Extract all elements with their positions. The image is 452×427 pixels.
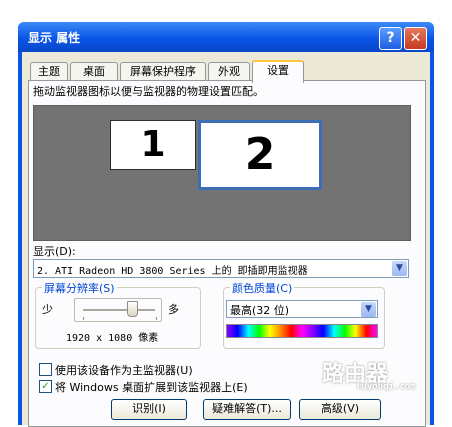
display-label: 显示(D): xyxy=(33,245,76,258)
screen-resolution-group: 屏幕分辨率(S) 少 多 1920 x 1080 像素 xyxy=(35,280,201,349)
advanced-button[interactable]: 高级(V) xyxy=(299,399,381,420)
slider-ticks xyxy=(83,317,157,320)
color-quality-select[interactable]: 最高(32 位) ▼ xyxy=(226,300,378,318)
resolution-more-label: 多 xyxy=(168,303,179,316)
resolution-slider[interactable] xyxy=(74,298,162,322)
watermark-url: luyouqi.com xyxy=(356,382,416,392)
monitor-1-icon[interactable]: 1 xyxy=(110,120,196,170)
chevron-down-icon[interactable]: ▼ xyxy=(392,261,407,276)
color-quality-group: 颜色质量(C) 最高(32 位) ▼ xyxy=(223,280,385,349)
instruction-text: 拖动监视器图标以便与监视器的物理设置匹配。 xyxy=(33,85,264,98)
primary-monitor-checkbox[interactable] xyxy=(39,363,52,376)
screen-resolution-title: 屏幕分辨率(S) xyxy=(42,280,117,296)
color-quality-title: 颜色质量(C) xyxy=(230,280,295,296)
slider-thumb[interactable] xyxy=(127,301,138,317)
resolution-less-label: 少 xyxy=(42,303,53,316)
monitor-2-icon[interactable]: 2 xyxy=(198,120,322,190)
display-select-value: 2. ATI Radeon HD 3800 Series 上的 即插即用监视器 xyxy=(37,266,308,277)
tab-themes[interactable]: 主题 xyxy=(30,62,68,80)
tab-screensaver[interactable]: 屏幕保护程序 xyxy=(120,62,206,80)
tab-appearance[interactable]: 外观 xyxy=(208,62,250,80)
monitor-arrangement-area: 1 2 xyxy=(33,105,411,241)
display-select[interactable]: 2. ATI Radeon HD 3800 Series 上的 即插即用监视器 … xyxy=(33,259,409,278)
tab-settings[interactable]: 设置 xyxy=(252,60,304,83)
extend-desktop-checkbox[interactable]: ✓ xyxy=(39,380,52,393)
title-bar[interactable]: 显示 属性 ? ✕ xyxy=(18,22,434,52)
slider-track xyxy=(83,309,155,312)
tab-desktop[interactable]: 桌面 xyxy=(70,62,118,80)
resolution-value: 1920 x 1080 像素 xyxy=(66,333,159,344)
color-quality-value: 最高(32 位) xyxy=(230,304,290,317)
primary-monitor-label[interactable]: 使用该设备作为主监视器(U) xyxy=(55,362,193,378)
close-button[interactable]: ✕ xyxy=(404,27,427,50)
color-spectrum-bar xyxy=(226,324,378,338)
window-title: 显示 属性 xyxy=(28,31,81,45)
extend-desktop-label[interactable]: 将 Windows 桌面扩展到该监视器上(E) xyxy=(55,379,248,395)
chevron-down-icon[interactable]: ▼ xyxy=(361,302,376,317)
identify-button[interactable]: 识别(I) xyxy=(111,399,187,420)
help-button[interactable]: ? xyxy=(379,27,402,50)
troubleshoot-button[interactable]: 疑难解答(T)... xyxy=(203,399,291,420)
display-properties-window: 显示 属性 ? ✕ 主题 桌面 屏幕保护程序 外观 设置 拖动监视器图标以便与监… xyxy=(0,0,452,427)
